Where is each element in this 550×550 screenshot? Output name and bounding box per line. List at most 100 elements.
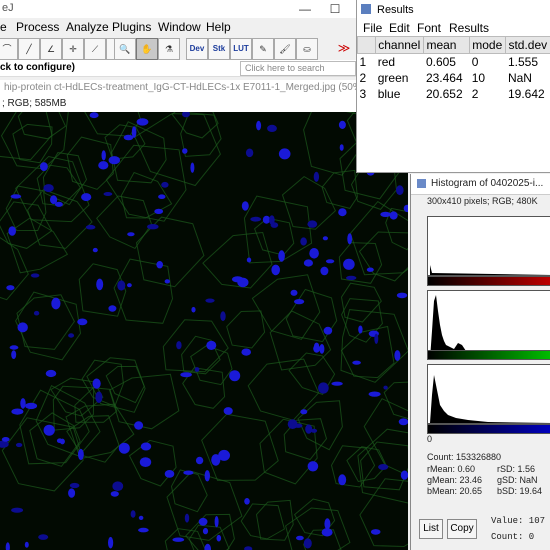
nucleus <box>161 181 169 188</box>
nucleus <box>15 442 23 448</box>
image-window-titlebar: hip-protein ct-HdLECs-treatment_IgG-CT-H… <box>0 80 365 96</box>
cell-outline <box>0 112 53 161</box>
col-header-mean[interactable]: mean <box>423 36 471 54</box>
nucleus <box>278 148 291 160</box>
dev-menu-button[interactable]: Dev <box>186 38 208 60</box>
nucleus <box>8 226 16 236</box>
nucleus <box>108 305 117 312</box>
menu-plugins[interactable]: Plugins <box>112 20 151 34</box>
nucleus <box>296 535 304 541</box>
nucleus <box>10 194 22 199</box>
nucleus <box>25 402 38 410</box>
nucleus <box>30 273 40 278</box>
line-tool-icon[interactable]: ╱ <box>18 38 40 60</box>
col-header-index[interactable] <box>356 36 377 54</box>
results-header-row: channel mean mode std.dev <box>356 36 550 54</box>
zoom-tool-icon[interactable]: 🔍 <box>114 38 136 60</box>
table-cell: 3 <box>359 87 367 101</box>
nucleus <box>134 421 144 430</box>
search-input[interactable]: Click here to search <box>240 61 356 76</box>
image-canvas[interactable] <box>0 112 408 550</box>
nucleus <box>123 134 134 141</box>
col-header-mode[interactable]: mode <box>469 36 507 54</box>
nucleus <box>69 482 80 489</box>
nucleus <box>1 437 10 442</box>
results-menu-font[interactable]: Font <box>417 21 441 35</box>
point-tool-icon[interactable]: ✛ <box>62 38 84 60</box>
nucleus <box>118 442 130 454</box>
results-menu-results[interactable]: Results <box>449 21 489 35</box>
pencil-tool-icon[interactable]: ✎ <box>252 38 274 60</box>
results-menu-edit[interactable]: Edit <box>389 21 410 35</box>
table-row[interactable]: 3 blue 20.652 2 19.642 <box>358 86 550 102</box>
cell-outline <box>0 112 69 170</box>
histogram-gmean: gMean: 23.46 <box>427 475 483 485</box>
results-menu-file[interactable]: File <box>363 21 382 35</box>
menu-process[interactable]: Process <box>16 20 59 34</box>
table-row[interactable]: 1 red 0.605 0 1.555 <box>358 54 550 71</box>
nucleus <box>267 124 277 132</box>
menu-help[interactable]: Help <box>206 20 231 34</box>
nucleus <box>244 546 253 550</box>
menu-window[interactable]: Window <box>158 20 201 34</box>
histogram-rsd: rSD: 1.56 <box>497 464 536 474</box>
table-cell: 1.555 <box>507 55 538 69</box>
green-histogram-graph <box>430 295 550 359</box>
stack-menu-button[interactable]: Stk <box>208 38 230 60</box>
nucleus <box>323 326 333 335</box>
hand-tool-icon[interactable]: ✋ <box>136 38 158 60</box>
lut-menu-button[interactable]: LUT <box>230 38 252 60</box>
nucleus <box>112 481 124 492</box>
histogram-value-readout: Value: 107 <box>491 516 546 526</box>
copy-button[interactable]: Copy <box>447 519 477 539</box>
table-row[interactable]: 2 green 23.464 10 NaN <box>358 70 550 86</box>
nucleus <box>0 440 9 448</box>
histogram-titlebar: Histogram of 0402025-i... <box>411 174 550 195</box>
nucleus <box>368 391 381 397</box>
minimize-button[interactable]: — <box>290 0 320 18</box>
cell-outline <box>330 445 376 488</box>
nucleus <box>211 454 221 466</box>
nucleus <box>220 311 226 322</box>
red-histogram-plot[interactable] <box>427 216 550 276</box>
freehand-tool-icon[interactable]: ⌒ <box>0 38 18 60</box>
table-cell: 0.605 <box>425 55 456 69</box>
nucleus <box>204 470 210 482</box>
app-title: eJ <box>2 2 14 14</box>
nucleus <box>287 419 298 429</box>
nucleus <box>241 348 251 356</box>
nucleus <box>89 112 99 119</box>
nucleus <box>204 543 211 550</box>
blue-histogram-plot[interactable] <box>427 364 550 424</box>
color-picker-icon[interactable]: ⚗ <box>158 38 180 60</box>
wand-tool-icon[interactable]: ⟋ <box>84 38 106 60</box>
col-header-channel[interactable]: channel <box>375 36 425 54</box>
menu-analyze[interactable]: Analyze <box>66 20 109 34</box>
col-header-stddev[interactable]: std.dev <box>505 36 550 54</box>
nucleus <box>250 216 262 222</box>
maximize-button[interactable]: ☐ <box>320 0 350 18</box>
blue-lut-ramp <box>427 424 550 434</box>
red-lut-ramp <box>427 276 550 286</box>
nucleus <box>303 538 312 549</box>
nucleus <box>85 224 96 230</box>
nucleus <box>138 515 144 520</box>
angle-tool-icon[interactable]: ∠ <box>40 38 62 60</box>
nucleus <box>184 513 190 523</box>
list-button[interactable]: List <box>419 519 443 539</box>
nucleus <box>103 192 113 196</box>
nucleus <box>195 456 204 465</box>
results-window: Results File Edit Font Results channel m… <box>356 0 550 173</box>
nucleus <box>398 418 408 426</box>
menu-image[interactable]: e <box>0 20 7 34</box>
flood-fill-icon[interactable]: ⛀ <box>296 38 318 60</box>
more-tools-button[interactable]: ≫ <box>334 38 354 58</box>
cell-outline <box>251 274 321 340</box>
nucleus <box>321 528 333 537</box>
brush-tool-icon[interactable]: 🖌 <box>274 38 296 60</box>
nucleus <box>95 391 103 403</box>
nucleus <box>246 257 252 263</box>
results-table[interactable]: channel mean mode std.dev 1 red 0.605 0 … <box>356 36 550 102</box>
nucleus <box>378 464 389 470</box>
nucleus <box>117 280 126 291</box>
